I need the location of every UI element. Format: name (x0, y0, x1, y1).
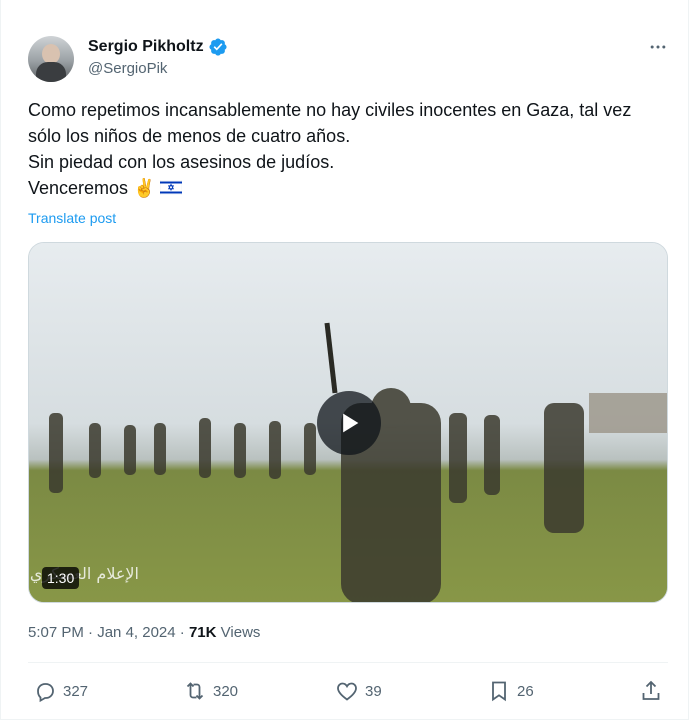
views-label: Views (216, 624, 261, 641)
heart-icon (337, 682, 357, 701)
post-text-line-3-text: Venceremos ✌️ (28, 178, 156, 198)
avatar-body (36, 62, 66, 82)
meta-separator-2: · (175, 624, 189, 641)
share-icon (642, 680, 660, 700)
play-button[interactable] (317, 391, 381, 455)
reply-icon (37, 683, 54, 703)
post-text-line-1: Como repetimos incansablemente no hay ci… (28, 100, 632, 146)
reply-count: 327 (63, 682, 89, 700)
more-horizontal-icon (650, 45, 666, 49)
tweet-card: Sergio Pikholtz @SergioPik Como repetimo… (0, 0, 689, 720)
bookmark-button[interactable]: 26 (487, 672, 534, 710)
divider (28, 662, 668, 663)
author-name-row: Sergio Pikholtz (88, 36, 228, 58)
like-button[interactable]: 39 (335, 672, 382, 710)
reply-button[interactable]: 327 (33, 672, 88, 710)
share-button[interactable] (639, 672, 663, 710)
post-date[interactable]: Jan 4, 2024 (97, 624, 175, 641)
author-display-name[interactable]: Sergio Pikholtz (88, 38, 204, 56)
more-options-button[interactable] (641, 36, 675, 58)
post-text: Como repetimos incansablemente no hay ci… (28, 97, 668, 201)
verified-badge-icon (209, 38, 227, 56)
repost-icon (186, 682, 204, 700)
repost-count: 320 (213, 682, 239, 700)
like-count: 39 (365, 682, 382, 700)
repost-button[interactable]: 320 (183, 672, 238, 710)
post-meta: 5:07 PM · Jan 4, 2024 · 71K Views (28, 624, 260, 641)
video-player[interactable]: الإعلام العسكري 1:30 (28, 242, 668, 603)
bookmark-count: 26 (517, 682, 534, 700)
play-icon (343, 413, 359, 433)
israel-flag-icon (160, 180, 183, 195)
post-text-line-2: Sin piedad con los asesinos de judíos. (28, 152, 335, 172)
author-handle[interactable]: @SergioPik (88, 60, 167, 77)
bookmark-icon (492, 681, 506, 702)
post-text-line-3: Venceremos ✌️ (28, 175, 668, 201)
action-bar: 327 320 39 26 (21, 672, 675, 710)
meta-separator: · (83, 624, 98, 641)
avatar-head (42, 44, 60, 64)
avatar[interactable] (28, 36, 74, 82)
views-count[interactable]: 71K (189, 624, 217, 641)
post-time[interactable]: 5:07 PM (28, 624, 84, 641)
video-duration-badge: 1:30 (42, 567, 80, 589)
translate-post-link[interactable]: Translate post (28, 210, 116, 226)
